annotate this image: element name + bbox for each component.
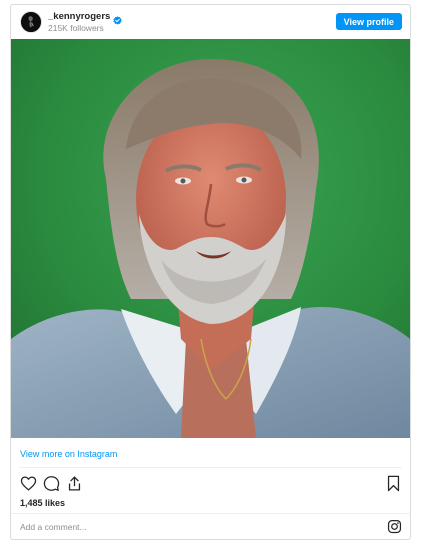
username-row: _kennyrogers [48,11,122,25]
bookmark-icon[interactable] [385,475,402,492]
comment-icon[interactable] [43,475,60,492]
share-icon[interactable] [66,475,83,492]
heart-icon[interactable] [20,475,37,492]
action-bar [11,475,410,495]
instagram-embed-card: _kennyrogers 215K followers View profile [10,4,411,540]
verified-badge-icon [113,12,122,25]
likes-count[interactable]: 1,485 likes [20,498,65,508]
username[interactable]: _kennyrogers [48,11,110,22]
divider [11,513,410,514]
view-more-link[interactable]: View more on Instagram [20,449,117,459]
post-header: _kennyrogers 215K followers View profile [11,5,410,41]
divider [19,467,402,468]
instagram-icon[interactable] [387,519,402,534]
avatar[interactable] [20,11,42,33]
post-photo[interactable] [11,39,410,438]
followers-count: 215K followers [48,23,104,33]
view-profile-button[interactable]: View profile [335,13,402,30]
comment-input[interactable] [20,518,350,536]
